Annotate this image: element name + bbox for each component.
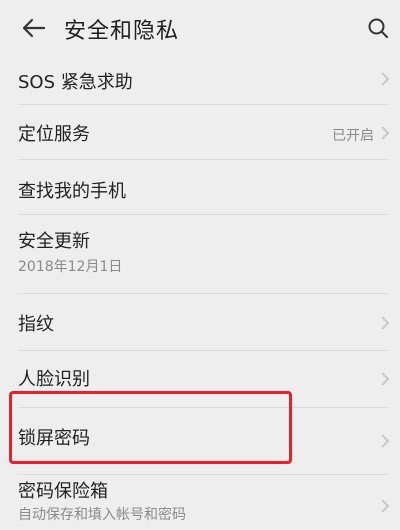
item-title: SOS 紧急求助 — [18, 72, 133, 93]
settings-item-password-vault[interactable]: 密码保险箱 自动保存和填入帐号和密码 — [0, 475, 400, 530]
app-header: 安全和隐私 — [0, 0, 400, 56]
settings-item-find-phone[interactable]: 查找我的手机 — [0, 160, 400, 214]
chevron-right-icon — [381, 72, 390, 86]
arrow-left-icon[interactable] — [20, 14, 48, 42]
item-title: 安全更新 — [18, 231, 90, 252]
page-title: 安全和隐私 — [64, 19, 180, 44]
item-title: 指纹 — [18, 314, 54, 335]
item-subtitle: 2018年12月1日 — [18, 259, 123, 275]
chevron-right-icon — [381, 126, 390, 140]
settings-item-sos[interactable]: SOS 紧急求助 — [0, 52, 400, 104]
chevron-right-icon — [381, 316, 390, 330]
chevron-right-icon — [381, 499, 390, 513]
item-title: 密码保险箱 — [18, 481, 108, 502]
settings-item-lock-screen-password[interactable]: 锁屏密码 — [0, 408, 400, 474]
chevron-right-icon — [381, 434, 390, 448]
item-title: 人脸识别 — [18, 369, 90, 390]
settings-item-location[interactable]: 定位服务 已开启 — [0, 105, 400, 159]
settings-item-security-update[interactable]: 安全更新 2018年12月1日 — [0, 215, 400, 291]
item-subtitle: 自动保存和填入帐号和密码 — [18, 507, 186, 523]
settings-item-face-recognition[interactable]: 人脸识别 — [0, 351, 400, 407]
item-title: 查找我的手机 — [18, 181, 126, 202]
settings-item-fingerprint[interactable]: 指纹 — [0, 294, 400, 350]
chevron-right-icon — [381, 372, 390, 386]
status-text: 已开启 — [332, 128, 374, 144]
item-title: 定位服务 — [18, 124, 90, 145]
search-icon[interactable] — [366, 16, 390, 40]
item-title: 锁屏密码 — [18, 428, 90, 449]
